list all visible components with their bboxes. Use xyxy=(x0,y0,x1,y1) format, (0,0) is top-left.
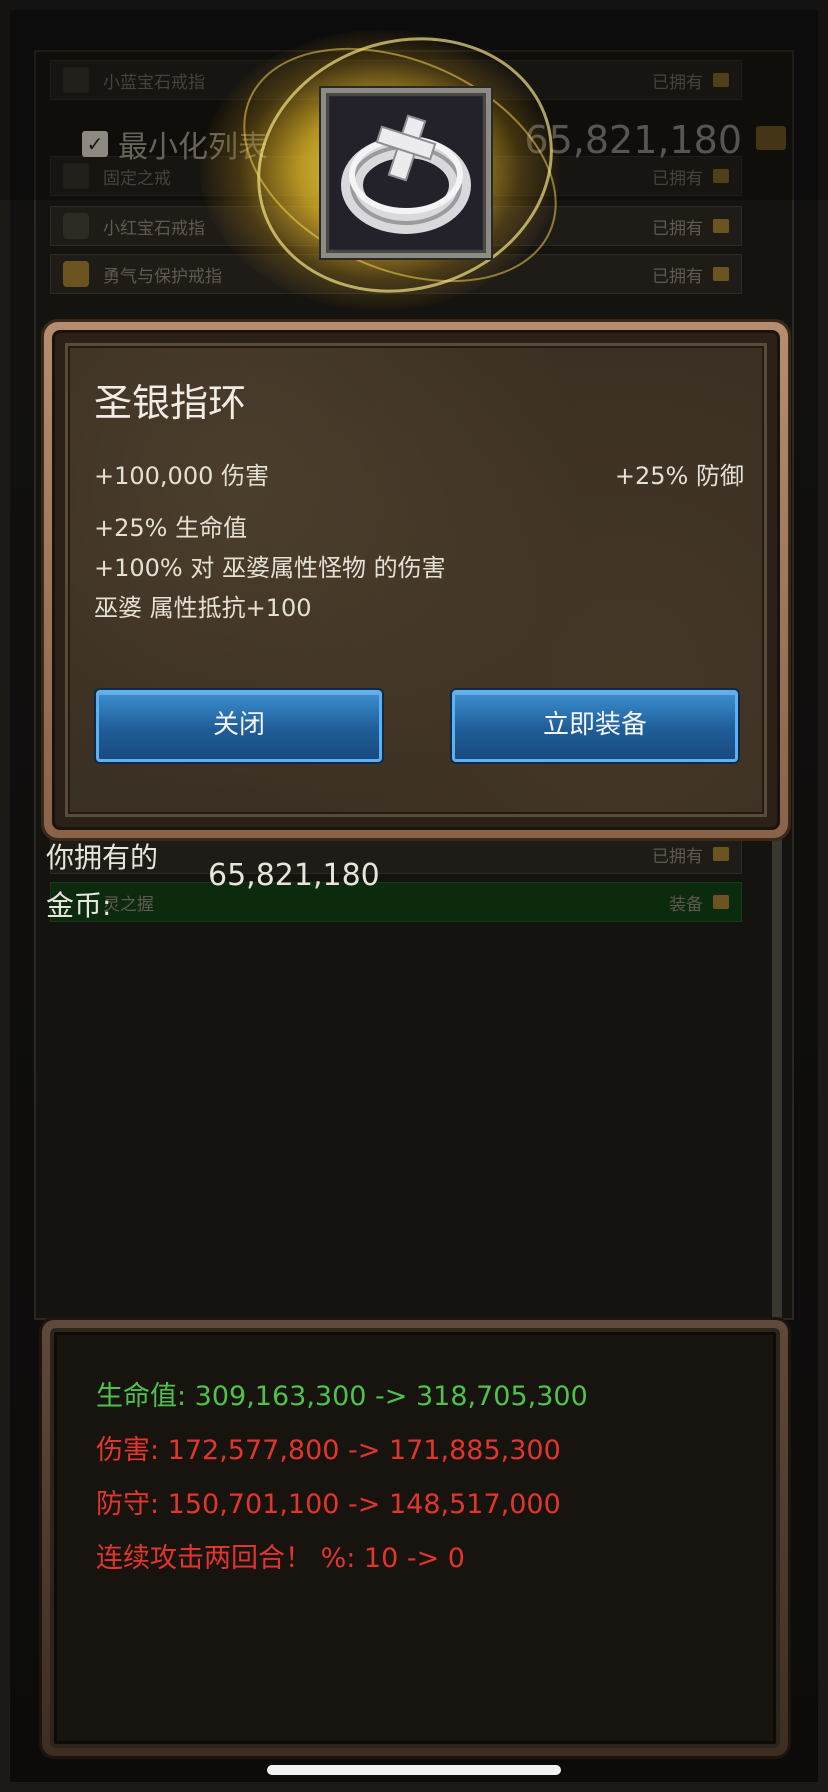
list-item-status: 已拥有 xyxy=(652,218,703,239)
list-item-equipped[interactable]: 灵之握 装备 xyxy=(50,882,742,922)
comparison-double-attack: 连续攻击两回合！ %: 10 -> 0 xyxy=(96,1543,465,1574)
gold-icon xyxy=(713,895,729,909)
list-item-status: 已拥有 xyxy=(652,846,703,867)
home-indicator[interactable] xyxy=(267,1765,561,1775)
list-item-status: 已拥有 xyxy=(652,266,703,287)
gold-icon xyxy=(713,267,729,281)
gold-owned-value: 65,821,180 xyxy=(208,858,380,893)
close-button[interactable]: 关闭 xyxy=(96,690,382,762)
stats-comparison-body: 生命值: 309,163,300 -> 318,705,300 伤害: 172,… xyxy=(50,1328,780,1748)
item-icon-frame xyxy=(321,88,491,258)
item-stat-resist: 巫婆 属性抵抗+100 xyxy=(94,594,312,622)
stats-comparison-panel: 生命值: 309,163,300 -> 318,705,300 伤害: 172,… xyxy=(42,1320,788,1756)
item-stat-hp: +25% 生命值 xyxy=(94,514,248,542)
gold-icon xyxy=(713,219,729,233)
list-item-status: 装备 xyxy=(669,894,703,915)
silver-cross-ring-icon xyxy=(330,97,482,249)
item-detail-dialog: 圣银指环 +100,000 伤害 +25% 防御 +25% 生命值 +100% … xyxy=(44,322,788,838)
gold-owned-label-line2: 金币: xyxy=(46,889,112,922)
gold-icon xyxy=(713,847,729,861)
dialog-border: 圣银指环 +100,000 伤害 +25% 防御 +25% 生命值 +100% … xyxy=(52,330,780,830)
item-stat-vs-witch: +100% 对 巫婆属性怪物 的伤害 xyxy=(94,554,446,582)
item-icon xyxy=(63,213,89,239)
list-scrollbar[interactable] xyxy=(772,800,782,1320)
dialog-body: 圣银指环 +100,000 伤害 +25% 防御 +25% 生命值 +100% … xyxy=(65,343,767,817)
item-stat-defense: +25% 防御 xyxy=(614,462,744,490)
item-icon xyxy=(63,261,89,287)
gold-owned-label-line1: 你拥有的 xyxy=(46,841,159,874)
comparison-hp: 生命值: 309,163,300 -> 318,705,300 xyxy=(96,1381,588,1412)
item-title: 圣银指环 xyxy=(94,381,247,425)
item-stat-damage: +100,000 伤害 xyxy=(94,462,269,490)
comparison-damage: 伤害: 172,577,800 -> 171,885,300 xyxy=(96,1435,561,1466)
list-item-name: 灵之握 xyxy=(103,894,154,915)
equip-now-button[interactable]: 立即装备 xyxy=(452,690,738,762)
comparison-defense: 防守: 150,701,100 -> 148,517,000 xyxy=(96,1489,561,1520)
